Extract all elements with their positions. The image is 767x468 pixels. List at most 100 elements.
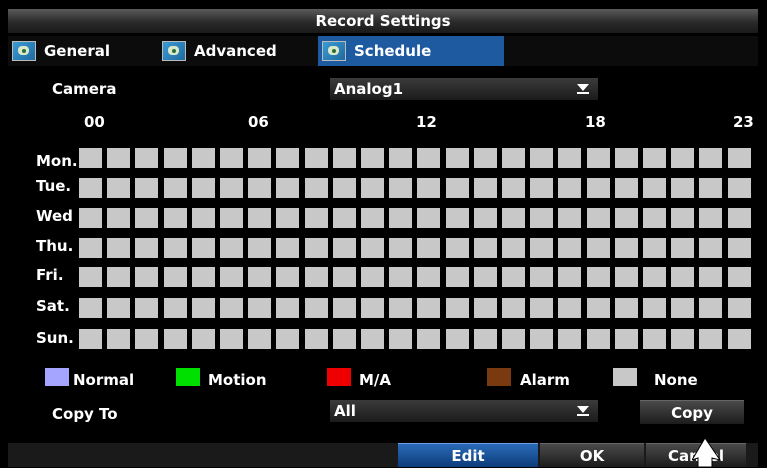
schedule-slot[interactable]: [445, 329, 469, 349]
schedule-slot[interactable]: [389, 238, 413, 258]
schedule-slot[interactable]: [304, 329, 328, 349]
schedule-slot[interactable]: [107, 238, 131, 258]
schedule-slot[interactable]: [135, 329, 159, 349]
schedule-slot[interactable]: [220, 148, 243, 168]
schedule-slot[interactable]: [614, 329, 638, 349]
schedule-row[interactable]: [79, 329, 754, 349]
schedule-slot[interactable]: [79, 178, 102, 198]
schedule-slot[interactable]: [163, 148, 187, 168]
schedule-slot[interactable]: [727, 267, 751, 287]
schedule-slot[interactable]: [445, 298, 469, 318]
schedule-slot[interactable]: [220, 178, 243, 198]
schedule-slot[interactable]: [389, 208, 413, 228]
schedule-slot[interactable]: [389, 329, 413, 349]
tab-general[interactable]: General: [8, 36, 158, 66]
schedule-slot[interactable]: [332, 178, 356, 198]
schedule-slot[interactable]: [135, 238, 159, 258]
schedule-slot[interactable]: [163, 238, 187, 258]
schedule-slot[interactable]: [135, 208, 159, 228]
schedule-slot[interactable]: [332, 267, 356, 287]
schedule-slot[interactable]: [191, 329, 215, 349]
schedule-slot[interactable]: [530, 208, 554, 228]
schedule-slot[interactable]: [586, 329, 610, 349]
schedule-slot[interactable]: [699, 329, 723, 349]
schedule-slot[interactable]: [191, 267, 215, 287]
schedule-slot[interactable]: [361, 238, 384, 258]
schedule-slot[interactable]: [220, 208, 243, 228]
schedule-slot[interactable]: [417, 329, 441, 349]
schedule-slot[interactable]: [332, 208, 356, 228]
schedule-slot[interactable]: [445, 238, 469, 258]
schedule-slot[interactable]: [558, 208, 582, 228]
schedule-slot[interactable]: [79, 148, 102, 168]
schedule-slot[interactable]: [643, 208, 666, 228]
schedule-slot[interactable]: [586, 238, 610, 258]
schedule-row[interactable]: [79, 267, 754, 287]
schedule-slot[interactable]: [276, 298, 300, 318]
schedule-slot[interactable]: [361, 267, 384, 287]
schedule-row[interactable]: [79, 178, 754, 198]
schedule-slot[interactable]: [502, 148, 525, 168]
schedule-slot[interactable]: [473, 298, 497, 318]
schedule-slot[interactable]: [671, 208, 695, 228]
schedule-slot[interactable]: [473, 178, 497, 198]
schedule-slot[interactable]: [727, 208, 751, 228]
schedule-row[interactable]: [79, 298, 754, 318]
schedule-slot[interactable]: [671, 238, 695, 258]
schedule-slot[interactable]: [643, 178, 666, 198]
schedule-slot[interactable]: [389, 298, 413, 318]
schedule-slot[interactable]: [79, 329, 102, 349]
schedule-slot[interactable]: [79, 298, 102, 318]
schedule-slot[interactable]: [586, 208, 610, 228]
schedule-slot[interactable]: [530, 329, 554, 349]
schedule-slot[interactable]: [417, 208, 441, 228]
schedule-slot[interactable]: [332, 238, 356, 258]
schedule-slot[interactable]: [248, 178, 272, 198]
schedule-slot[interactable]: [248, 208, 272, 228]
schedule-slot[interactable]: [643, 267, 666, 287]
schedule-slot[interactable]: [614, 298, 638, 318]
schedule-slot[interactable]: [445, 178, 469, 198]
schedule-row[interactable]: [79, 238, 754, 258]
schedule-slot[interactable]: [502, 298, 525, 318]
schedule-slot[interactable]: [107, 298, 131, 318]
schedule-slot[interactable]: [502, 329, 525, 349]
schedule-row[interactable]: [79, 208, 754, 228]
schedule-slot[interactable]: [79, 208, 102, 228]
schedule-slot[interactable]: [276, 208, 300, 228]
schedule-slot[interactable]: [304, 178, 328, 198]
schedule-slot[interactable]: [558, 329, 582, 349]
schedule-slot[interactable]: [135, 267, 159, 287]
schedule-slot[interactable]: [163, 329, 187, 349]
schedule-slot[interactable]: [530, 238, 554, 258]
schedule-slot[interactable]: [558, 298, 582, 318]
schedule-slot[interactable]: [220, 267, 243, 287]
schedule-slot[interactable]: [614, 178, 638, 198]
schedule-slot[interactable]: [643, 298, 666, 318]
schedule-slot[interactable]: [502, 208, 525, 228]
schedule-slot[interactable]: [699, 148, 723, 168]
schedule-slot[interactable]: [671, 148, 695, 168]
schedule-slot[interactable]: [727, 238, 751, 258]
schedule-slot[interactable]: [276, 178, 300, 198]
schedule-slot[interactable]: [558, 267, 582, 287]
schedule-slot[interactable]: [699, 238, 723, 258]
schedule-slot[interactable]: [558, 178, 582, 198]
schedule-slot[interactable]: [558, 148, 582, 168]
schedule-slot[interactable]: [699, 267, 723, 287]
schedule-slot[interactable]: [473, 238, 497, 258]
schedule-slot[interactable]: [473, 148, 497, 168]
schedule-slot[interactable]: [304, 238, 328, 258]
schedule-slot[interactable]: [191, 148, 215, 168]
schedule-slot[interactable]: [530, 148, 554, 168]
schedule-slot[interactable]: [220, 329, 243, 349]
schedule-slot[interactable]: [417, 298, 441, 318]
schedule-slot[interactable]: [727, 329, 751, 349]
schedule-slot[interactable]: [417, 267, 441, 287]
schedule-slot[interactable]: [220, 238, 243, 258]
schedule-slot[interactable]: [163, 267, 187, 287]
schedule-slot[interactable]: [191, 298, 215, 318]
schedule-slot[interactable]: [417, 238, 441, 258]
schedule-slot[interactable]: [248, 329, 272, 349]
schedule-slot[interactable]: [276, 329, 300, 349]
